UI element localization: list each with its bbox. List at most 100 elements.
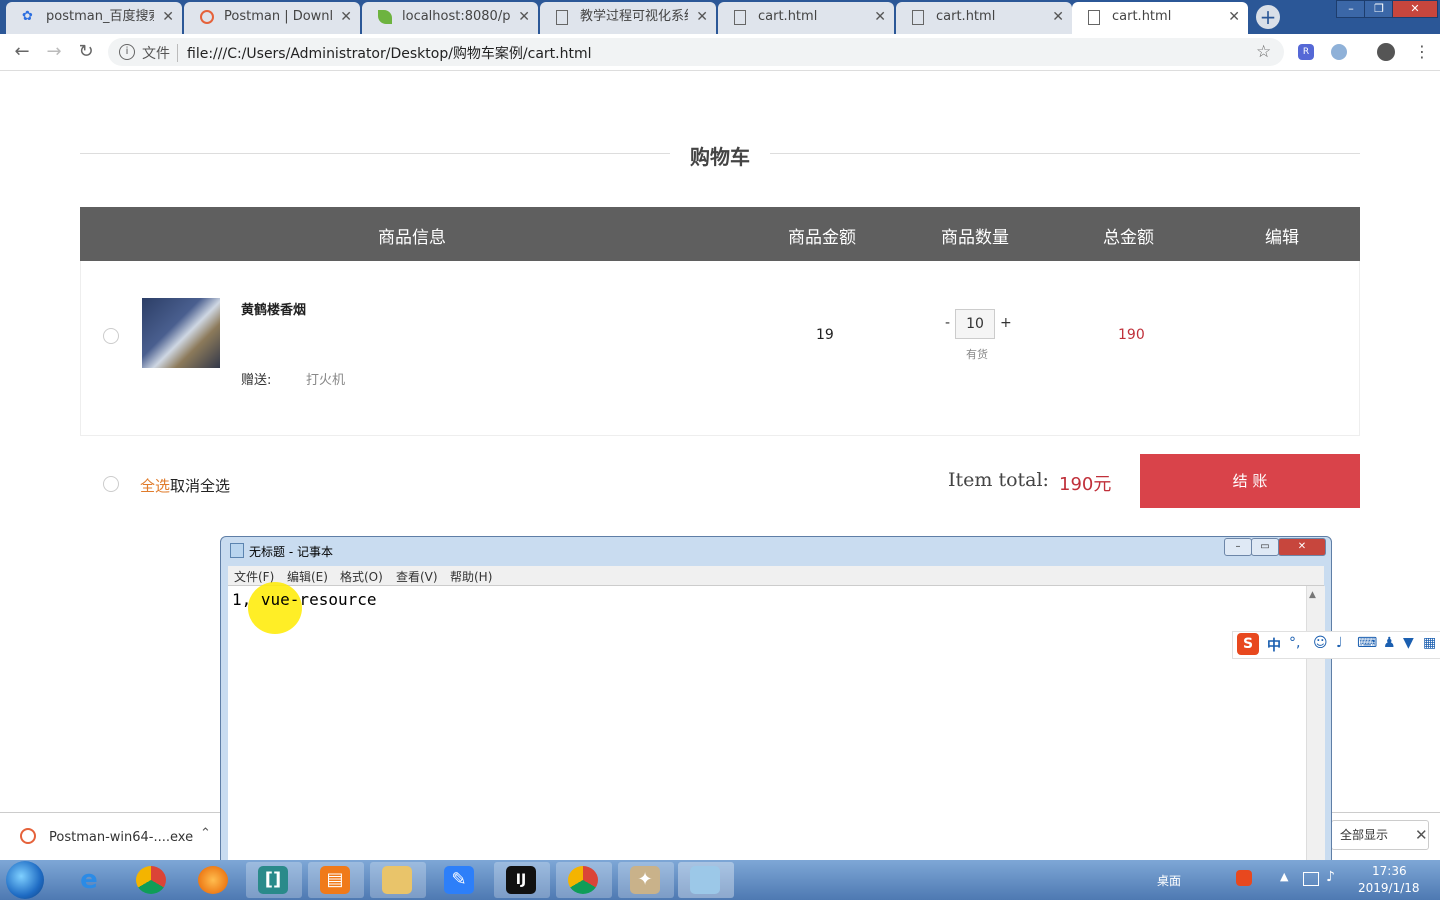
notepad-maximize-button[interactable]: ▭ [1251, 538, 1279, 556]
postman-icon [200, 10, 214, 24]
keyboard-icon[interactable]: ⌨ [1357, 635, 1377, 651]
browser-tab[interactable]: cart.html ✕ [896, 2, 1072, 34]
profile-avatar-icon[interactable] [1377, 43, 1395, 61]
url-text[interactable]: file:///C:/Users/Administrator/Desktop/购… [187, 43, 592, 63]
browser-tab[interactable]: Postman | Downloa ✕ [184, 2, 360, 34]
browser-tab[interactable]: ✿ postman_百度搜索 ✕ [6, 2, 182, 34]
close-tab-icon[interactable]: ✕ [1052, 2, 1064, 32]
maximize-button[interactable]: ❐ [1364, 0, 1394, 18]
taskbar-app[interactable]: ▤ [308, 862, 364, 898]
column-header: 商品信息 [378, 228, 446, 248]
taskbar-app[interactable]: [] [246, 862, 302, 898]
menu-format[interactable]: 格式(O) [340, 568, 383, 585]
info-icon[interactable]: i [119, 44, 135, 60]
sogou-logo-icon[interactable]: S [1237, 633, 1259, 655]
toolbox-icon[interactable]: ▦ [1423, 635, 1436, 651]
extension-icon[interactable]: R [1298, 44, 1314, 60]
checkout-button[interactable]: 结 账 [1140, 454, 1360, 508]
taskbar-paint[interactable]: ✦ [618, 862, 674, 898]
folder-icon [382, 866, 412, 894]
column-header: 商品数量 [941, 228, 1009, 248]
new-tab-button[interactable]: + [1256, 5, 1280, 29]
bookmark-star-icon[interactable]: ☆ [1256, 42, 1271, 62]
browser-tab[interactable]: cart.html ✕ [718, 2, 894, 34]
clock-time[interactable]: 17:36 [1372, 864, 1407, 878]
forward-arrow-icon[interactable]: → [44, 42, 64, 62]
chevron-up-icon[interactable]: ⌃ [200, 826, 211, 841]
browser-tab[interactable]: localhost:8080/por ✕ [362, 2, 538, 34]
notepad-menubar: 文件(F) 编辑(E) 格式(O) 查看(V) 帮助(H) [228, 566, 1324, 586]
table-header: 商品信息 商品金额 商品数量 总金额 编辑 [80, 207, 1360, 261]
close-tab-icon[interactable]: ✕ [696, 2, 708, 32]
taskbar-app[interactable]: ✎ [432, 862, 488, 898]
close-download-bar-icon[interactable]: ✕ [1415, 826, 1428, 844]
menu-view[interactable]: 查看(V) [396, 568, 438, 585]
paint-icon: ✦ [630, 866, 660, 894]
app-icon: [] [258, 866, 288, 894]
taskbar-intellij[interactable]: IJ [494, 862, 550, 898]
download-filename[interactable]: Postman-win64-....exe [49, 830, 193, 845]
close-tab-icon[interactable]: ✕ [162, 2, 174, 32]
extension-icon[interactable] [1331, 44, 1347, 60]
notepad-icon [690, 866, 720, 894]
taskbar-chrome[interactable] [124, 862, 180, 898]
deselect-all-link[interactable]: 取消全选 [170, 477, 230, 495]
taskbar-notepad[interactable] [678, 862, 734, 898]
volume-icon[interactable]: ♪ [1326, 869, 1335, 885]
close-tab-icon[interactable]: ✕ [874, 2, 886, 32]
sogou-tray-icon[interactable] [1236, 870, 1252, 886]
taskbar-ie[interactable]: e [62, 862, 118, 898]
leaf-icon [378, 10, 392, 24]
file-scheme-label: 文件 [142, 46, 170, 62]
user-icon[interactable]: ♟ [1383, 635, 1396, 651]
taskbar-chrome[interactable] [556, 862, 612, 898]
browser-tab[interactable]: 教学过程可视化系统 ✕ [540, 2, 716, 34]
menu-kebab-icon[interactable]: ⋮ [1414, 42, 1430, 61]
browser-tab-strip: ✿ postman_百度搜索 ✕ Postman | Downloa ✕ loc… [0, 0, 1440, 34]
quantity-input[interactable]: 10 [955, 309, 995, 339]
product-image [142, 298, 220, 368]
item-select-radio[interactable] [103, 328, 119, 344]
taskbar-firefox[interactable] [186, 862, 242, 898]
microphone-icon[interactable]: ♩ [1336, 635, 1343, 651]
notepad-text-area[interactable] [228, 586, 1324, 866]
clock-date[interactable]: 2019/1/18 [1358, 881, 1420, 895]
menu-help[interactable]: 帮助(H) [450, 568, 492, 585]
page-icon [556, 10, 568, 25]
reload-icon[interactable]: ↻ [76, 42, 96, 62]
browser-tab-active[interactable]: cart.html ✕ [1072, 2, 1248, 34]
notepad-content[interactable]: 1, vue-resource [232, 590, 377, 609]
close-tab-icon[interactable]: ✕ [1228, 2, 1240, 32]
emoji-icon[interactable]: ☺ [1313, 635, 1328, 651]
close-window-button[interactable]: ✕ [1392, 0, 1438, 18]
notepad-scrollbar[interactable] [1306, 586, 1325, 866]
chrome-icon [136, 866, 166, 894]
internet-explorer-icon: e [80, 865, 98, 895]
increase-quantity-button[interactable]: + [1000, 315, 1012, 331]
product-name[interactable]: 黄鹤楼香烟 [241, 299, 306, 318]
taskbar-explorer[interactable] [370, 862, 426, 898]
punctuation-icon[interactable]: °, [1289, 635, 1300, 651]
decrease-quantity-button[interactable]: - [945, 315, 950, 331]
minimize-button[interactable]: – [1336, 0, 1366, 18]
back-arrow-icon[interactable]: ← [12, 42, 32, 62]
notepad-title: 无标题 - 记事本 [249, 545, 333, 559]
ime-mode-toggle[interactable]: 中 [1267, 635, 1281, 655]
postman-icon [20, 828, 36, 844]
skin-icon[interactable]: ▼ [1403, 635, 1414, 651]
item-total: 190 [1118, 327, 1145, 343]
menu-edit[interactable]: 编辑(E) [287, 568, 328, 585]
gift-value: 打火机 [306, 373, 346, 388]
start-button[interactable] [6, 861, 44, 899]
network-icon[interactable] [1303, 872, 1319, 886]
select-all-controls: 全选取消全选 [140, 475, 230, 496]
close-tab-icon[interactable]: ✕ [340, 2, 352, 32]
show-hidden-icons-icon[interactable]: ▲ [1280, 870, 1288, 883]
select-all-radio[interactable] [103, 476, 119, 492]
scroll-up-arrow-icon[interactable]: ▲ [1309, 590, 1316, 600]
select-all-link[interactable]: 全选 [140, 477, 170, 495]
desktop-toolbar-label[interactable]: 桌面 [1157, 872, 1181, 889]
close-tab-icon[interactable]: ✕ [518, 2, 530, 32]
notepad-minimize-button[interactable]: – [1224, 538, 1252, 556]
notepad-close-button[interactable]: ✕ [1278, 538, 1326, 556]
